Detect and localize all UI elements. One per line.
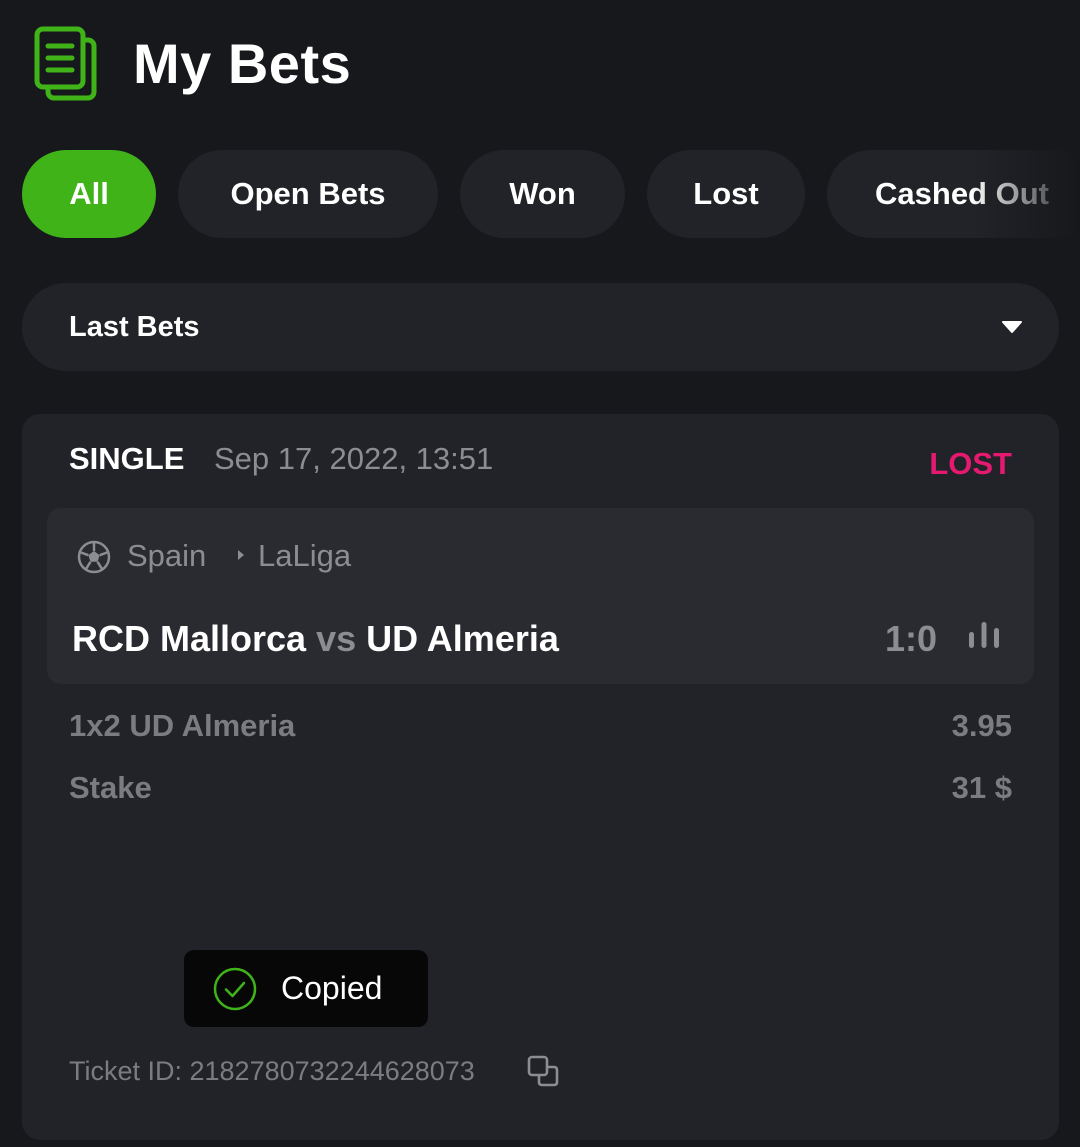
home-team: RCD Mallorca [72,618,307,659]
event-country: Spain [127,538,207,573]
period-dropdown-label: Last Bets [69,311,200,343]
tab-lost[interactable]: Lost [647,150,805,238]
bet-card[interactable]: SINGLE Sep 17, 2022, 13:51 LOST Spain La… [22,414,1059,1140]
selection-label: 1x2 UD Almeria [69,708,296,743]
away-team: UD Almeria [366,618,559,659]
page-title: My Bets [133,32,352,95]
bet-slip-icon [34,26,97,101]
event-teams: RCD Mallorca vs UD Almeria [72,616,559,662]
bet-date: Sep 17, 2022, 13:51 [214,441,494,476]
tab-won[interactable]: Won [460,150,625,238]
bet-filter-tabs: All Open Bets Won Lost Cashed Out [0,150,1080,240]
stake-value: 31 $ [951,770,1012,805]
bet-status-badge: LOST [929,446,1012,481]
tab-open-bets[interactable]: Open Bets [178,150,438,238]
event-panel[interactable]: Spain LaLiga RCD Mallorca vs UD Almeria … [47,508,1034,684]
stake-label: Stake [69,770,152,805]
tab-cashed-out[interactable]: Cashed Out [827,150,1080,238]
copy-icon[interactable] [526,1054,560,1088]
check-circle-icon [213,967,257,1011]
selection-odds: 3.95 [951,708,1012,743]
event-score: 1:0 [885,618,938,659]
copied-toast: Copied [184,950,428,1027]
chevron-down-icon [1002,321,1022,333]
stats-icon[interactable] [967,620,1001,650]
ticket-id: Ticket ID: 2182780732244628073 [69,1056,475,1086]
breadcrumb-arrow-icon [238,550,244,560]
versus-label: vs [316,618,357,659]
page-header: My Bets [0,0,1080,130]
period-dropdown[interactable]: Last Bets [22,283,1059,371]
event-league: LaLiga [258,538,352,573]
toast-text: Copied [281,970,383,1006]
soccer-ball-icon [77,540,111,574]
bet-type: SINGLE [69,441,185,476]
tab-all[interactable]: All [22,150,156,238]
